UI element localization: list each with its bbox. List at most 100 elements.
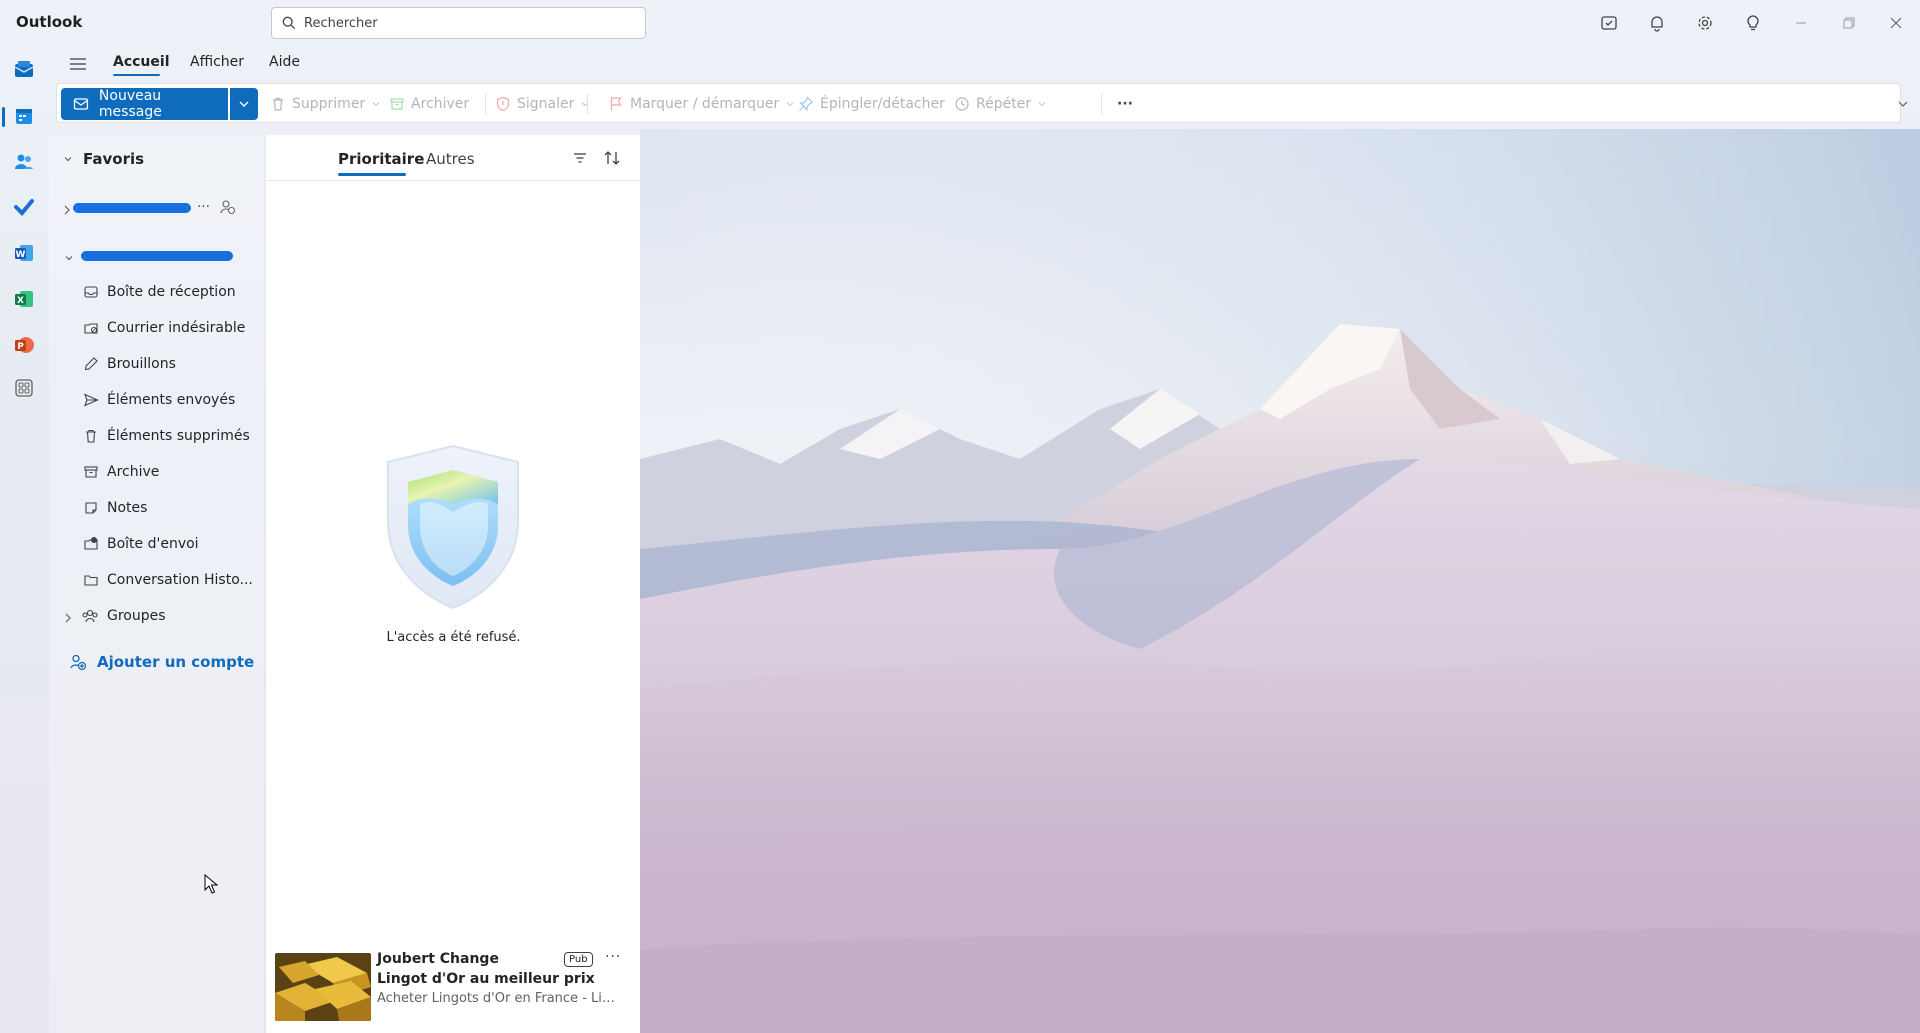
add-person-icon: [70, 654, 87, 671]
tab-aide[interactable]: Aide: [269, 54, 300, 70]
my-day-icon[interactable]: [1598, 12, 1620, 34]
more-options-button[interactable]: ···: [1117, 92, 1133, 116]
folder-icon: [84, 575, 98, 586]
folder-label: Groupes: [107, 608, 166, 624]
flag-label: Marquer / démarquer: [630, 96, 780, 112]
report-button[interactable]: Signaler: [495, 92, 590, 116]
toolbar-separator: [1101, 94, 1102, 114]
tab-active-indicator: [113, 74, 160, 76]
folder-label: Archive: [107, 464, 160, 480]
shared-account-icon[interactable]: [218, 198, 236, 220]
chevron-down-icon: [372, 102, 380, 107]
flag-icon: [610, 97, 622, 111]
folder-label: Éléments envoyés: [107, 392, 236, 408]
restore-icon[interactable]: [1838, 12, 1860, 34]
delete-label: Supprimer: [292, 96, 366, 112]
calendar-icon[interactable]: [9, 101, 39, 131]
new-message-button[interactable]: Nouveau message: [61, 88, 228, 120]
add-account-label: Ajouter un compte: [97, 653, 255, 671]
pin-icon: [799, 96, 814, 111]
chevron-down-icon: [1038, 102, 1046, 107]
add-account-button[interactable]: Ajouter un compte: [69, 653, 254, 671]
ad-thumbnail-gold-bars: [275, 953, 371, 1021]
minimize-icon[interactable]: [1790, 12, 1812, 34]
delete-button[interactable]: Supprimer: [270, 92, 381, 116]
folder-groups[interactable]: Groupes: [81, 603, 261, 629]
shield-illustration: [380, 442, 526, 616]
sort-icon[interactable]: [602, 149, 622, 169]
ellipsis-icon: …: [197, 196, 210, 211]
bell-icon[interactable]: [1646, 12, 1668, 34]
people-icon[interactable]: [9, 146, 39, 176]
svg-text:P: P: [17, 342, 24, 352]
trash-icon: [273, 97, 283, 111]
ad-subject: Lingot d'Or au meilleur prix: [377, 971, 595, 987]
new-message-dropdown[interactable]: [230, 88, 258, 120]
toolbar-separator: [587, 94, 588, 114]
ad-more-options-button[interactable]: ···: [605, 949, 621, 965]
folder-label: Courrier indésirable: [107, 320, 246, 336]
ad-message-item[interactable]: Joubert Change Pub ··· Lingot d'Or au me…: [275, 949, 635, 1025]
folder-label: Boîte d'envoi: [107, 536, 199, 552]
folder-deleted[interactable]: Éléments supprimés: [83, 423, 263, 449]
chevron-down-icon: [239, 101, 249, 107]
archive-icon: [84, 466, 98, 478]
gear-icon[interactable]: [1694, 12, 1716, 34]
search-input[interactable]: Rechercher: [304, 16, 378, 31]
powerpoint-icon[interactable]: P: [9, 330, 39, 360]
svg-text:W: W: [16, 250, 26, 260]
junk-icon: [84, 323, 98, 334]
flag-button[interactable]: Marquer / démarquer: [608, 92, 795, 116]
word-icon[interactable]: W: [9, 238, 39, 268]
mail-icon[interactable]: [9, 55, 39, 85]
chevron-down-icon: [64, 157, 72, 162]
app-rail: W X P: [0, 46, 48, 1033]
chevron-down-icon[interactable]: [64, 251, 74, 267]
folder-sent[interactable]: Éléments envoyés: [83, 387, 263, 413]
toolbar-separator: [485, 94, 486, 114]
folder-archive[interactable]: Archive: [83, 459, 263, 485]
redacted-account-email[interactable]: [81, 251, 233, 261]
svg-text:X: X: [17, 296, 24, 306]
chevron-right-icon[interactable]: [64, 611, 72, 627]
tab-focused[interactable]: Prioritaire: [338, 150, 424, 168]
drafts-icon: [84, 357, 98, 371]
new-message-label: Nouveau message: [98, 88, 162, 120]
snooze-label: Répéter: [976, 96, 1032, 112]
folder-conversation-history[interactable]: Conversation Histo...: [83, 567, 263, 593]
folder-inbox[interactable]: Boîte de réception: [83, 279, 263, 305]
clock-icon: [955, 97, 969, 111]
ribbon-toolbar: Nouveau message Supprimer Archiver Signa…: [56, 83, 1908, 123]
reading-pane-background: [640, 129, 1920, 1033]
chevron-right-icon[interactable]: [63, 203, 71, 219]
archive-button[interactable]: Archiver: [389, 92, 469, 116]
folder-label: Notes: [107, 500, 148, 516]
search-box[interactable]: Rechercher: [271, 7, 646, 39]
favorites-header[interactable]: Favoris: [63, 150, 144, 168]
ad-badge: Pub: [564, 952, 593, 967]
tab-accueil[interactable]: Accueil: [113, 54, 170, 70]
pin-button[interactable]: Épingler/détacher: [798, 92, 945, 116]
tab-afficher[interactable]: Afficher: [190, 54, 244, 70]
lightbulb-icon[interactable]: [1742, 12, 1764, 34]
app-title: Outlook: [16, 13, 83, 31]
report-label: Signaler: [517, 96, 575, 112]
tab-other[interactable]: Autres: [426, 150, 475, 168]
redacted-account-name[interactable]: [73, 203, 191, 213]
snooze-button[interactable]: Répéter: [954, 92, 1047, 116]
hamburger-icon[interactable]: [68, 54, 88, 74]
inbox-tabs: Prioritaire Autres: [266, 135, 641, 181]
apps-icon[interactable]: [9, 373, 39, 403]
close-icon[interactable]: [1885, 12, 1907, 34]
folder-drafts[interactable]: Brouillons: [83, 351, 263, 377]
todo-icon[interactable]: [9, 192, 39, 222]
ribbon-collapse-icon[interactable]: [1897, 98, 1909, 114]
folder-notes[interactable]: Notes: [83, 495, 263, 521]
folder-outbox[interactable]: Boîte d'envoi: [83, 531, 263, 557]
folder-junk[interactable]: Courrier indésirable: [83, 315, 263, 341]
pin-label: Épingler/détacher: [820, 96, 945, 112]
filter-icon[interactable]: [571, 149, 591, 169]
folder-label: Éléments supprimés: [107, 428, 250, 444]
excel-icon[interactable]: X: [9, 284, 39, 314]
trash-icon: [86, 429, 96, 443]
